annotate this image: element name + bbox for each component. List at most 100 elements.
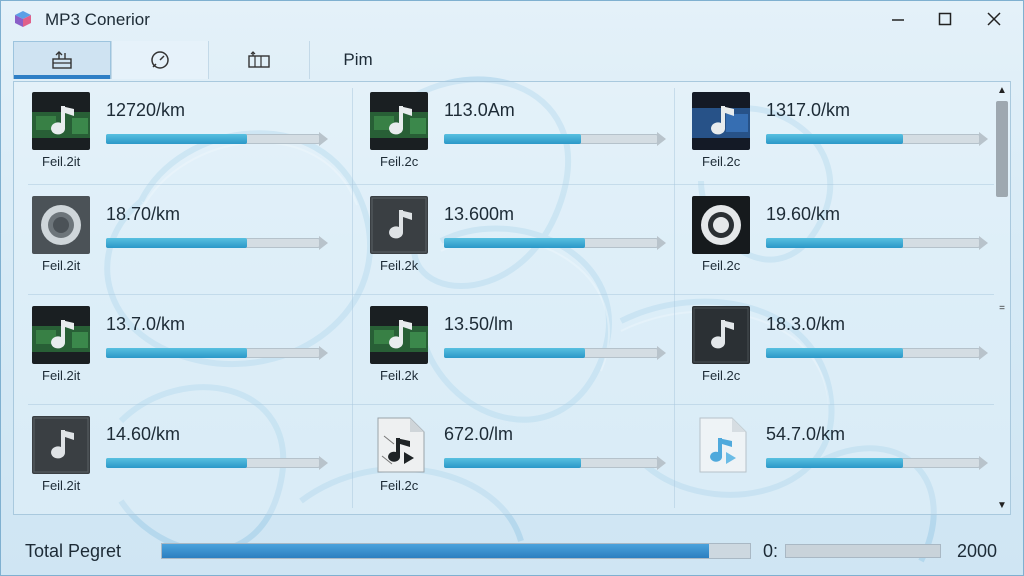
- scroll-thumb[interactable]: [996, 101, 1008, 197]
- file-progress-bar: [444, 456, 666, 470]
- convert-icon: [52, 51, 72, 69]
- file-size: 13.600m: [444, 204, 515, 224]
- file-size: 113.0Am: [444, 100, 515, 120]
- file-thumbnail-icon: [692, 196, 750, 254]
- progress-fill: [444, 348, 585, 358]
- window-title: MP3 Conerior: [45, 10, 150, 29]
- file-progress-bar: [106, 236, 328, 250]
- file-grid-panel: 12720/km Feil.2it 113.0Am Feil.2c 1317.0/km F…: [13, 81, 1011, 515]
- file-thumbnail-icon: [692, 306, 750, 364]
- folder-bar-icon: [248, 51, 270, 68]
- progress-fill: [766, 458, 903, 468]
- elapsed-label: 0:: [763, 541, 779, 561]
- total-progress-fill: [162, 544, 709, 558]
- scroll-up-arrow-icon[interactable]: ▲: [996, 85, 1008, 96]
- file-progress-bar: [444, 236, 666, 250]
- file-progress-bar: [444, 346, 666, 360]
- file-item[interactable]: 13.7.0/km Feil.2it: [14, 296, 350, 406]
- progress-fill: [766, 348, 903, 358]
- file-size: 12720/km: [106, 100, 186, 120]
- file-size: 1317.0/km: [766, 100, 851, 120]
- minimize-icon: [892, 19, 904, 21]
- file-item[interactable]: 54.7.0/km: [674, 406, 1010, 516]
- progress-arrow-icon: [319, 132, 328, 146]
- total-count: 2000: [957, 541, 998, 561]
- progress-arrow-icon: [979, 346, 988, 360]
- file-progress-bar: [766, 236, 988, 250]
- scroll-grip-icon: =: [999, 303, 1005, 314]
- file-name: Feil.2it: [42, 478, 81, 493]
- file-name: Feil.2k: [380, 368, 419, 383]
- file-thumbnail-icon: [32, 92, 90, 150]
- file-size: 13.7.0/km: [106, 314, 186, 334]
- progress-arrow-icon: [319, 236, 328, 250]
- progress-fill: [766, 238, 903, 248]
- tab-folder[interactable]: [209, 41, 309, 79]
- file-progress-bar: [766, 346, 988, 360]
- close-button[interactable]: [971, 5, 1017, 33]
- progress-fill: [444, 458, 581, 468]
- file-name: Feil.2c: [702, 368, 741, 383]
- progress-fill: [444, 238, 585, 248]
- app-window: MP3 Conerior Pim 12720/km Feil.2it 113.0…: [0, 0, 1024, 576]
- secondary-progress-bar: [785, 544, 941, 558]
- file-name: Feil.2it: [42, 368, 81, 383]
- tab-timer[interactable]: [112, 41, 208, 79]
- progress-fill: [106, 134, 247, 144]
- file-thumbnail-icon: [370, 306, 428, 364]
- total-progress-label: Total Pegret: [25, 541, 122, 561]
- file-name: Feil.2c: [380, 478, 419, 493]
- progress-arrow-icon: [979, 132, 988, 146]
- tab-pim[interactable]: Pim: [310, 41, 406, 79]
- file-item[interactable]: 13.50/lm Feil.2k: [352, 296, 688, 406]
- progress-arrow-icon: [657, 346, 666, 360]
- file-item[interactable]: 12720/km Feil.2it: [14, 82, 350, 192]
- file-thumbnail-icon: [692, 416, 750, 474]
- tab-convert[interactable]: [13, 41, 111, 79]
- app-icon: [15, 11, 31, 27]
- file-size: 18.70/km: [106, 204, 181, 224]
- file-progress-bar: [106, 132, 328, 146]
- file-item[interactable]: 18.70/km Feil.2it: [14, 186, 350, 296]
- file-item[interactable]: 19.60/km Feil.2c: [674, 186, 1010, 296]
- close-icon: [987, 12, 1001, 26]
- file-thumbnail-icon: [692, 92, 750, 150]
- progress-fill: [106, 348, 247, 358]
- vertical-scrollbar[interactable]: ▲ = ▼: [993, 83, 1011, 513]
- file-thumbnail-icon: [32, 306, 90, 364]
- file-item[interactable]: 1317.0/km Feil.2c: [674, 82, 1010, 192]
- file-item[interactable]: 113.0Am Feil.2c: [352, 82, 688, 192]
- file-size: 672.0/lm: [444, 424, 514, 444]
- progress-arrow-icon: [979, 236, 988, 250]
- maximize-icon: [938, 12, 952, 26]
- timer-icon: [151, 51, 169, 69]
- progress-fill: [106, 458, 247, 468]
- file-name: Feil.2c: [702, 258, 741, 273]
- minimize-button[interactable]: [875, 5, 921, 33]
- file-thumbnail-icon: [370, 416, 428, 474]
- file-item[interactable]: 13.600m Feil.2k: [352, 186, 688, 296]
- file-size: 54.7.0/km: [766, 424, 846, 444]
- maximize-button[interactable]: [922, 5, 968, 33]
- progress-arrow-icon: [319, 346, 328, 360]
- progress-arrow-icon: [657, 456, 666, 470]
- title-bar: MP3 Conerior: [1, 1, 1023, 37]
- progress-arrow-icon: [657, 236, 666, 250]
- scroll-down-arrow-icon[interactable]: ▼: [996, 500, 1008, 511]
- progress-arrow-icon: [319, 456, 328, 470]
- file-progress-bar: [106, 346, 328, 360]
- file-size: 14.60/km: [106, 424, 181, 444]
- progress-fill: [444, 134, 581, 144]
- tab-pim-label: Pim: [343, 50, 373, 69]
- progress-fill: [766, 134, 903, 144]
- file-item[interactable]: 672.0/lm Feil.2c: [352, 406, 688, 516]
- progress-fill: [106, 238, 247, 248]
- file-item[interactable]: 18.3.0/km Feil.2c: [674, 296, 1010, 406]
- file-thumbnail-icon: [370, 92, 428, 150]
- file-item[interactable]: 14.60/km Feil.2it: [14, 406, 350, 516]
- progress-arrow-icon: [979, 456, 988, 470]
- file-name: Feil.2it: [42, 154, 81, 169]
- file-progress-bar: [444, 132, 666, 146]
- file-size: 13.50/lm: [444, 314, 514, 334]
- file-progress-bar: [106, 456, 328, 470]
